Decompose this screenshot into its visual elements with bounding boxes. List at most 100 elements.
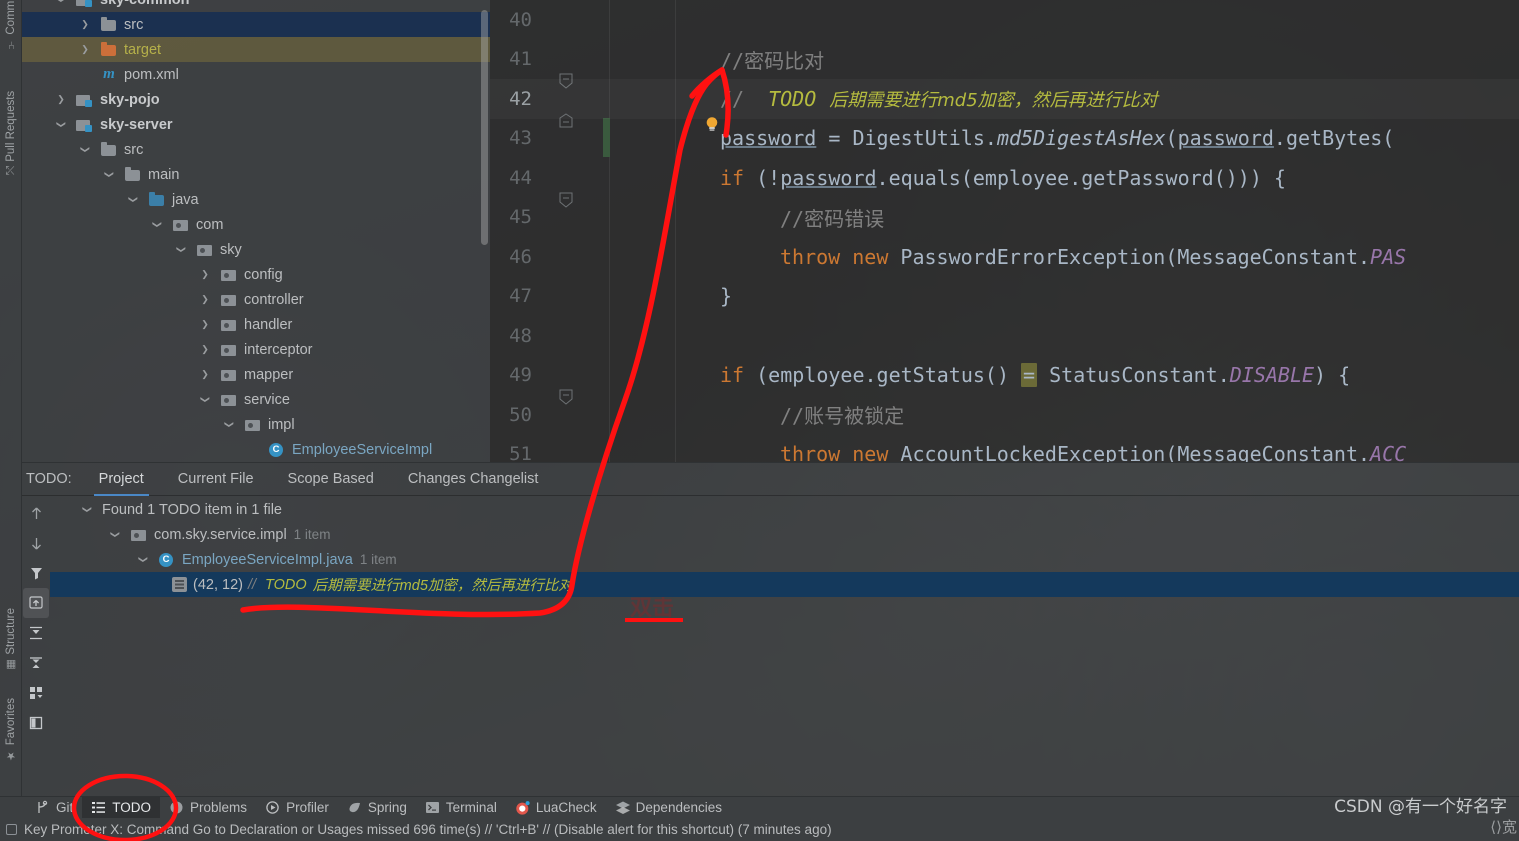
todo-summary-row[interactable]: Found 1 TODO item in 1 file [50, 497, 1519, 522]
tree-item-target[interactable]: target [22, 37, 490, 62]
chevron-right-icon[interactable] [198, 343, 212, 357]
project-tree-scrollbar[interactable] [481, 10, 488, 245]
tab-scope-based[interactable]: Scope Based [271, 463, 391, 496]
tab-changes-changelist[interactable]: Changes Changelist [391, 463, 556, 496]
filter-button[interactable] [23, 558, 49, 588]
sidebar-tab-structure[interactable]: ▦ Structure [0, 605, 22, 675]
tree-item-main[interactable]: main [22, 162, 490, 187]
bottom-button-profiler[interactable]: Profiler [256, 797, 338, 819]
line-gutter[interactable] [542, 277, 602, 317]
sidebar-tab-pull-requests[interactable]: ⤲ Pull Requests [0, 88, 22, 178]
chevron-right-icon[interactable] [78, 18, 92, 32]
fold-marker-icon[interactable] [559, 51, 573, 89]
preview-button[interactable] [23, 708, 49, 738]
previous-occurrence-button[interactable] [23, 498, 49, 528]
sidebar-tab-favorites[interactable]: ★ Favorites [0, 695, 22, 765]
next-occurrence-button[interactable] [23, 528, 49, 558]
tree-item-label: src [124, 16, 144, 33]
chevron-down-icon[interactable] [108, 528, 122, 542]
todo-item-text: 后期需要进行md5加密，然后再进行比对 [312, 578, 573, 594]
line-gutter[interactable] [542, 316, 602, 356]
intention-bulb-icon[interactable] [583, 90, 718, 131]
tree-item-sky-server[interactable]: sky-server [22, 112, 490, 137]
line-gutter[interactable] [542, 158, 602, 208]
bottom-button-dependencies[interactable]: Dependencies [606, 797, 731, 819]
chevron-right-icon[interactable] [54, 93, 68, 107]
bottom-button-terminal[interactable]: Terminal [416, 797, 506, 819]
line-gutter[interactable] [542, 40, 602, 89]
tree-item-employeeserviceimpl[interactable]: EmployeeServiceImpl [22, 437, 490, 462]
tree-item-impl[interactable]: impl [22, 412, 490, 437]
autoscroll-to-source-button[interactable] [23, 588, 49, 618]
chevron-down-icon[interactable] [54, 0, 68, 7]
tree-item-controller[interactable]: controller [22, 287, 490, 312]
chevron-right-icon[interactable] [198, 293, 212, 307]
line-gutter[interactable] [542, 237, 602, 277]
line-gutter[interactable] [542, 198, 602, 238]
tree-item-pom-xml[interactable]: m pom.xml [22, 62, 490, 87]
group-by-button[interactable] [23, 678, 49, 708]
chevron-down-icon[interactable] [136, 553, 150, 567]
tree-item-sky[interactable]: sky [22, 237, 490, 262]
chevron-down-icon[interactable] [102, 168, 116, 182]
bottom-button-todo[interactable]: TODO [82, 796, 161, 819]
code-text: //密码错误 [602, 203, 1519, 232]
tree-item-sky-common[interactable]: sky-common [22, 0, 490, 12]
code-text: if (!password.equals(employee.getPasswor… [602, 166, 1519, 190]
package-icon [220, 367, 238, 383]
bottom-button-problems[interactable]: Problems [160, 797, 256, 819]
tree-item-java[interactable]: java [22, 187, 490, 212]
code-editor[interactable]: 40 41 //密码比对 42 // TODO 后期需要进行md5加密，然后再进… [490, 0, 1519, 462]
package-icon [220, 292, 238, 308]
tree-item-service[interactable]: service [22, 387, 490, 412]
tree-item-com[interactable]: com [22, 212, 490, 237]
line-number: 46 [509, 245, 532, 268]
tree-item-label: sky-pojo [100, 91, 160, 108]
line-gutter[interactable] [542, 395, 602, 435]
chevron-right-icon[interactable] [78, 43, 92, 57]
todo-item-row[interactable]: (42, 12) // TODO 后期需要进行md5加密，然后再进行比对 [50, 572, 1519, 597]
expand-all-button[interactable] [23, 618, 49, 648]
tab-project[interactable]: Project [82, 463, 161, 496]
line-gutter[interactable] [542, 119, 602, 159]
chevron-right-icon[interactable] [198, 368, 212, 382]
chevron-down-icon[interactable] [198, 393, 212, 407]
constant-ref: ACC [1370, 442, 1407, 462]
chevron-down-icon[interactable] [150, 218, 164, 232]
chevron-right-icon[interactable] [198, 268, 212, 282]
bottom-button-git[interactable]: Git [26, 797, 82, 819]
project-tree-panel[interactable]: sky-common src targetm pom.xml sky-pojo sky-s… [22, 0, 490, 462]
bottom-button-luacheck[interactable]: LuaCheck [506, 797, 606, 819]
tree-item-config[interactable]: config [22, 262, 490, 287]
fold-marker-icon[interactable] [559, 91, 573, 128]
line-gutter[interactable] [542, 79, 718, 131]
status-checkbox[interactable] [6, 824, 17, 835]
fold-marker-icon[interactable] [559, 367, 573, 405]
tree-item-src[interactable]: src [22, 12, 490, 37]
todo-item-icon [172, 577, 187, 592]
tree-item-src[interactable]: src [22, 137, 490, 162]
chevron-down-icon[interactable] [126, 193, 140, 207]
todo-file-row[interactable]: EmployeeServiceImpl.java 1 item [50, 547, 1519, 572]
chevron-down-icon[interactable] [78, 143, 92, 157]
chevron-down-icon[interactable] [54, 118, 68, 132]
tree-item-sky-pojo[interactable]: sky-pojo [22, 87, 490, 112]
line-gutter[interactable] [542, 0, 602, 40]
chevron-down-icon[interactable] [174, 243, 188, 257]
todo-results-tree[interactable]: Found 1 TODO item in 1 file com.sky.serv… [50, 497, 1519, 796]
line-gutter[interactable] [542, 435, 602, 463]
sidebar-tab-commit[interactable]: ⑂ Commit [0, 0, 22, 53]
chevron-down-icon[interactable] [222, 418, 236, 432]
tab-current-file[interactable]: Current File [161, 463, 271, 496]
bottom-button-spring[interactable]: Spring [338, 797, 416, 819]
package-icon [130, 527, 148, 543]
collapse-all-button[interactable] [23, 648, 49, 678]
tree-item-interceptor[interactable]: interceptor [22, 337, 490, 362]
fold-marker-icon[interactable] [559, 170, 573, 208]
chevron-right-icon[interactable] [198, 318, 212, 332]
todo-package-row[interactable]: com.sky.service.impl 1 item [50, 522, 1519, 547]
tree-item-handler[interactable]: handler [22, 312, 490, 337]
chevron-down-icon[interactable] [80, 503, 94, 517]
tree-item-mapper[interactable]: mapper [22, 362, 490, 387]
line-gutter[interactable] [542, 356, 602, 405]
